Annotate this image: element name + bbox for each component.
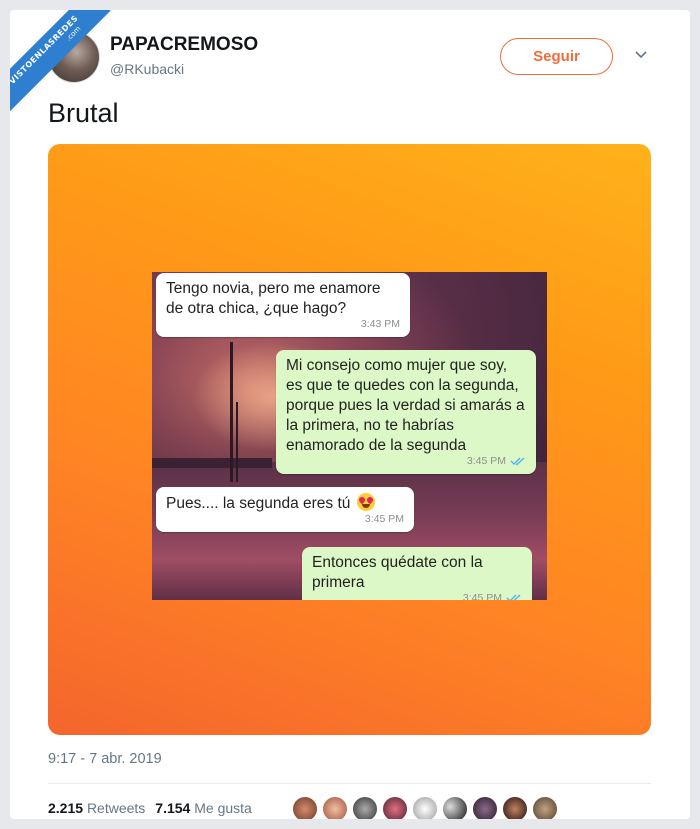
follow-button[interactable]: Seguir — [500, 38, 613, 75]
message-time: 3:45 PM — [462, 592, 502, 600]
divider — [48, 783, 651, 784]
liker-avatar[interactable] — [442, 796, 468, 819]
message-text: Tengo novia, pero me enamore de otra chi… — [166, 280, 381, 317]
liker-avatar[interactable] — [412, 796, 438, 819]
tweet-text: Brutal — [48, 98, 119, 128]
message-time: 3:43 PM — [360, 318, 400, 330]
author-name[interactable]: PAPACREMOSO — [110, 34, 258, 56]
liker-avatar[interactable] — [532, 796, 558, 819]
message-time: 3:45 PM — [466, 455, 506, 467]
liker-avatar[interactable] — [502, 796, 528, 819]
author-handle[interactable]: @RKubacki — [110, 61, 184, 77]
chat-screenshot: Tengo novia, pero me enamore de otra chi… — [152, 272, 547, 600]
retweets-count: 2.215 — [48, 800, 84, 816]
tweet-stats: 2.215 Retweets 7.154 Me gusta — [48, 800, 252, 816]
double-check-icon — [506, 594, 521, 600]
retweets-stat[interactable]: 2.215 Retweets — [48, 800, 145, 816]
likes-label: Me gusta — [194, 800, 252, 816]
likes-count: 7.154 — [155, 800, 191, 816]
retweets-label: Retweets — [86, 800, 146, 816]
liker-avatar[interactable] — [322, 796, 348, 819]
chevron-down-icon[interactable] — [634, 48, 648, 62]
tweet-media[interactable]: Tengo novia, pero me enamore de otra chi… — [48, 144, 651, 735]
liker-avatar[interactable] — [472, 796, 498, 819]
message-text: Entonces quédate con la primera — [312, 554, 483, 591]
message-time: 3:45 PM — [364, 513, 404, 525]
chat-message-outgoing: Mi consejo como mujer que soy, es que te… — [276, 350, 536, 474]
message-text: Pues.... la segunda eres tú — [166, 495, 351, 512]
chat-message-incoming: Pues.... la segunda eres tú 3:45 PM — [156, 487, 414, 532]
double-check-icon — [510, 457, 525, 466]
chat-message-outgoing: Entonces quédate con la primera 3:45 PM — [302, 547, 532, 600]
liker-avatar[interactable] — [352, 796, 378, 819]
liker-avatar[interactable] — [382, 796, 408, 819]
chat-message-incoming: Tengo novia, pero me enamore de otra chi… — [156, 273, 410, 337]
likes-stat[interactable]: 7.154 Me gusta — [155, 800, 252, 816]
tweet-timestamp[interactable]: 9:17 - 7 abr. 2019 — [48, 751, 162, 767]
liker-avatars — [292, 796, 558, 819]
message-text: Mi consejo como mujer que soy, es que te… — [286, 357, 525, 454]
liker-avatar[interactable] — [292, 796, 318, 819]
tweet-card: VISTOENLASREDES .com PAPACREMOSO @RKubac… — [10, 10, 690, 819]
